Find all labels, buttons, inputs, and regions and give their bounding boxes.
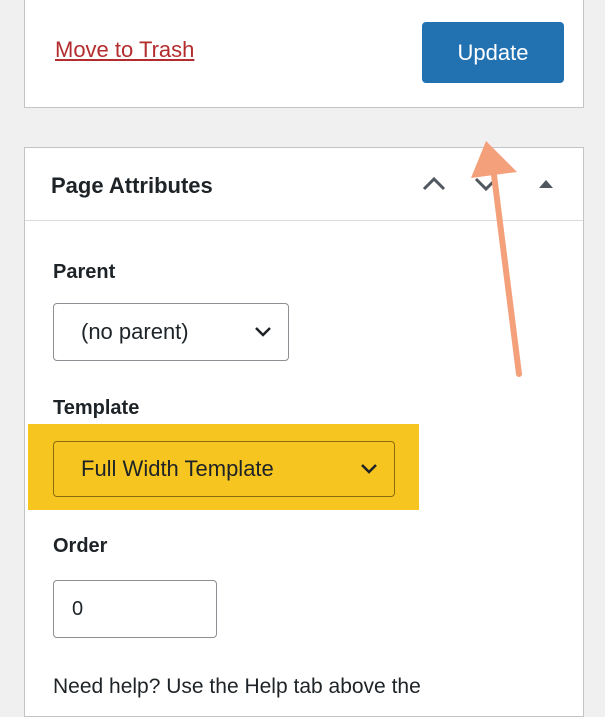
move-to-trash-link[interactable]: Move to Trash [55, 37, 194, 63]
parent-label: Parent [53, 261, 116, 283]
template-select-value: Full Width Template [81, 456, 274, 481]
chevron-down-icon [361, 464, 377, 474]
triangle-up-icon[interactable] [531, 168, 561, 198]
parent-select[interactable]: (no parent) [53, 303, 289, 361]
page-attributes-header: Page Attributes [25, 148, 583, 221]
publish-box: Move to Trash Update [24, 0, 584, 108]
page-attributes-title: Page Attributes [51, 173, 213, 198]
page-attributes-box: Page Attributes Parent (no parent) Templ… [24, 147, 584, 717]
chevron-down-icon [255, 327, 271, 337]
template-select[interactable]: Full Width Template [53, 441, 395, 497]
parent-select-value: (no parent) [81, 319, 189, 344]
template-label: Template [53, 397, 140, 419]
help-text: Need help? Use the Help tab above the [53, 675, 421, 698]
chevron-up-icon[interactable] [419, 168, 449, 198]
update-button[interactable]: Update [422, 22, 564, 83]
chevron-down-icon[interactable] [471, 168, 501, 198]
order-input[interactable]: 0 [53, 580, 217, 638]
order-label: Order [53, 535, 108, 557]
